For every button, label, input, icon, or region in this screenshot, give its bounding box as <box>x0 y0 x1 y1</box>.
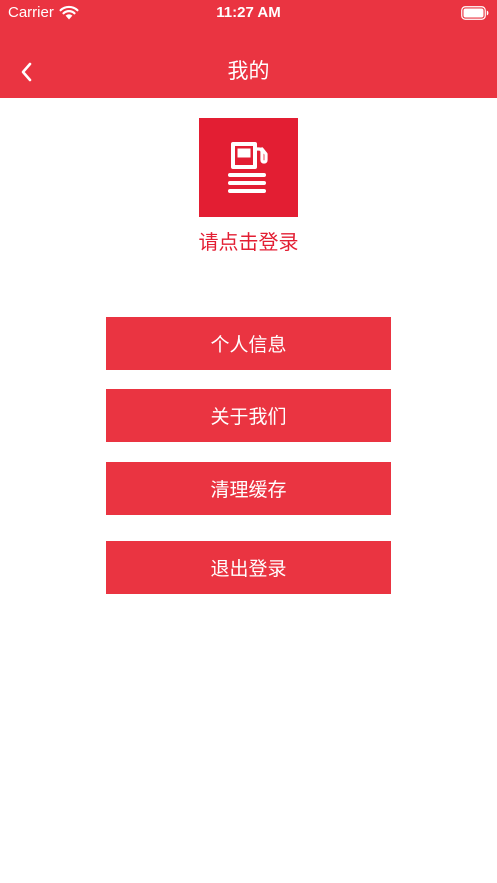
app-header: Carrier 11:27 AM 我的 <box>0 0 497 98</box>
personal-info-button[interactable]: 个人信息 <box>106 317 391 370</box>
status-time: 11:27 AM <box>216 4 281 21</box>
login-prompt-link[interactable]: 请点击登录 <box>0 229 497 255</box>
logout-button[interactable]: 退出登录 <box>106 541 391 594</box>
battery-icon <box>461 5 489 20</box>
profile-avatar[interactable] <box>199 118 298 217</box>
navigation-bar: 我的 <box>0 44 497 98</box>
page-title: 我的 <box>227 59 270 83</box>
gas-station-icon <box>228 142 268 193</box>
clear-cache-button[interactable]: 清理缓存 <box>106 462 391 515</box>
status-bar: Carrier 11:27 AM <box>0 0 497 26</box>
about-us-button[interactable]: 关于我们 <box>106 389 391 442</box>
